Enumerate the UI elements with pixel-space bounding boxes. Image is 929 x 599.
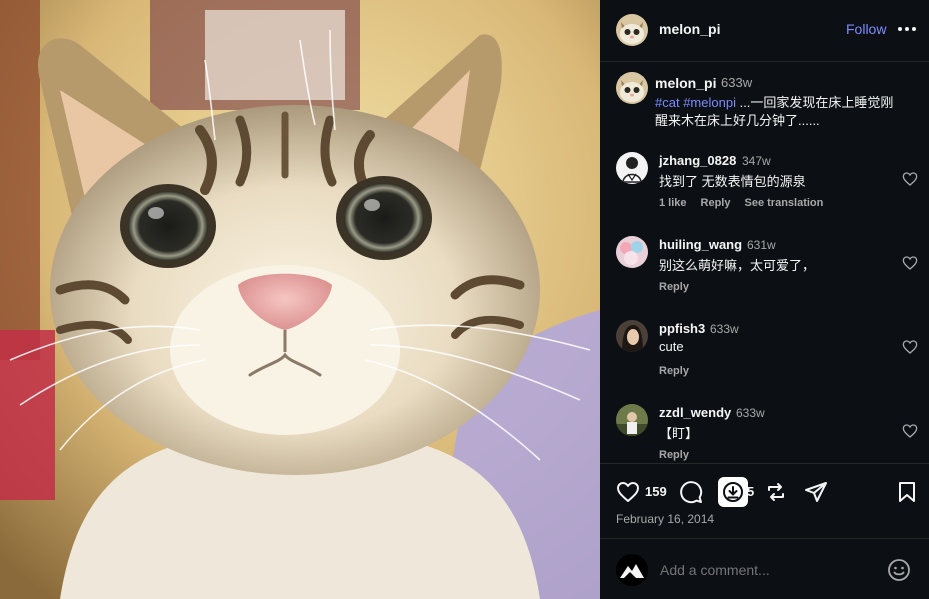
cat-photo-image [0, 0, 600, 599]
commenter-avatar[interactable] [616, 320, 648, 352]
comment-time: 631w [747, 238, 776, 252]
comment-text: 【盯】 [659, 426, 699, 441]
post-date[interactable]: February 16, 2014 [616, 512, 714, 526]
comment-text: cute [659, 339, 684, 354]
caption-username[interactable]: melon_pi [655, 75, 716, 91]
commenter-avatar[interactable] [616, 404, 648, 436]
post-header: melon_pi Follow [600, 0, 929, 62]
repost-icon[interactable] [764, 480, 788, 504]
comment-text: 找到了 无数表情包的源泉 [659, 174, 806, 189]
reply-button[interactable]: Reply [659, 449, 689, 461]
caption-time: 633w [721, 75, 753, 90]
comment-time: 633w [736, 406, 765, 420]
commenter-username[interactable]: ppfish3 [659, 321, 705, 336]
comment-text: 别这么萌好嘛，太可爱了， [659, 258, 816, 273]
more-options-icon[interactable] [896, 18, 918, 40]
comment-like-icon[interactable] [902, 171, 918, 187]
hashtag-cat[interactable]: #cat [655, 95, 680, 110]
current-user-avatar[interactable] [616, 554, 648, 586]
comment-count: 5 [747, 484, 755, 499]
author-username[interactable]: melon_pi [659, 21, 720, 37]
commenter-username[interactable]: jzhang_0828 [659, 153, 736, 168]
commenter-username[interactable]: zzdl_wendy [659, 405, 731, 420]
post-photo [0, 0, 600, 599]
comment-like-icon[interactable] [902, 339, 918, 355]
commenter-avatar[interactable] [616, 152, 648, 184]
caption-text: #cat #melonpi ...一回家发现在床上睡觉刚醒来木在床上好几分钟了.… [655, 94, 905, 130]
like-icon[interactable] [616, 480, 640, 504]
follow-button[interactable]: Follow [846, 21, 886, 37]
hashtag-melonpi[interactable]: #melonpi [683, 95, 736, 110]
share-icon[interactable] [804, 480, 828, 504]
comment-meta: Reply [659, 449, 703, 461]
comment-time: 347w [742, 154, 771, 168]
reply-button[interactable]: Reply [701, 197, 731, 209]
reply-button[interactable]: Reply [659, 365, 689, 377]
comment-meta: Reply [659, 365, 703, 377]
emoji-icon[interactable] [887, 558, 911, 582]
comment-item: huiling_wang 631w 别这么萌好嘛，太可爱了， Reply [600, 230, 929, 314]
caption-avatar[interactable] [616, 72, 648, 104]
add-comment-bar [600, 538, 929, 599]
comment-like-icon[interactable] [902, 255, 918, 271]
save-bookmark-icon[interactable] [895, 480, 919, 504]
add-comment-input[interactable] [660, 562, 870, 578]
comment-item: ppfish3 633w cute Reply [600, 314, 929, 398]
reply-button[interactable]: Reply [659, 281, 689, 293]
comment-meta: 1 like Reply See translation [659, 197, 837, 209]
see-translation-link[interactable]: See translation [745, 197, 824, 209]
comment-meta: Reply [659, 281, 703, 293]
like-count[interactable]: 159 [645, 484, 667, 499]
comment-likes-link[interactable]: 1 like [659, 197, 687, 209]
download-icon[interactable] [718, 477, 748, 507]
comments-section[interactable]: melon_pi 633w #cat #melonpi ...一回家发现在床上睡… [600, 62, 929, 462]
commenter-avatar[interactable] [616, 236, 648, 268]
author-avatar[interactable] [616, 14, 648, 46]
comment-item: jzhang_0828 347w 找到了 无数表情包的源泉 1 like Repl… [600, 146, 929, 230]
post-actions-bar: 159 5 February 16, 2014 [600, 463, 929, 538]
comment-item: zzdl_wendy 633w 【盯】 Reply [600, 398, 929, 462]
comment-time: 633w [710, 322, 739, 336]
post-detail-panel: melon_pi Follow melon_pi 633w #cat #melo… [600, 0, 929, 599]
comment-like-icon[interactable] [902, 423, 918, 439]
commenter-username[interactable]: huiling_wang [659, 237, 742, 252]
comment-icon[interactable] [679, 480, 703, 504]
